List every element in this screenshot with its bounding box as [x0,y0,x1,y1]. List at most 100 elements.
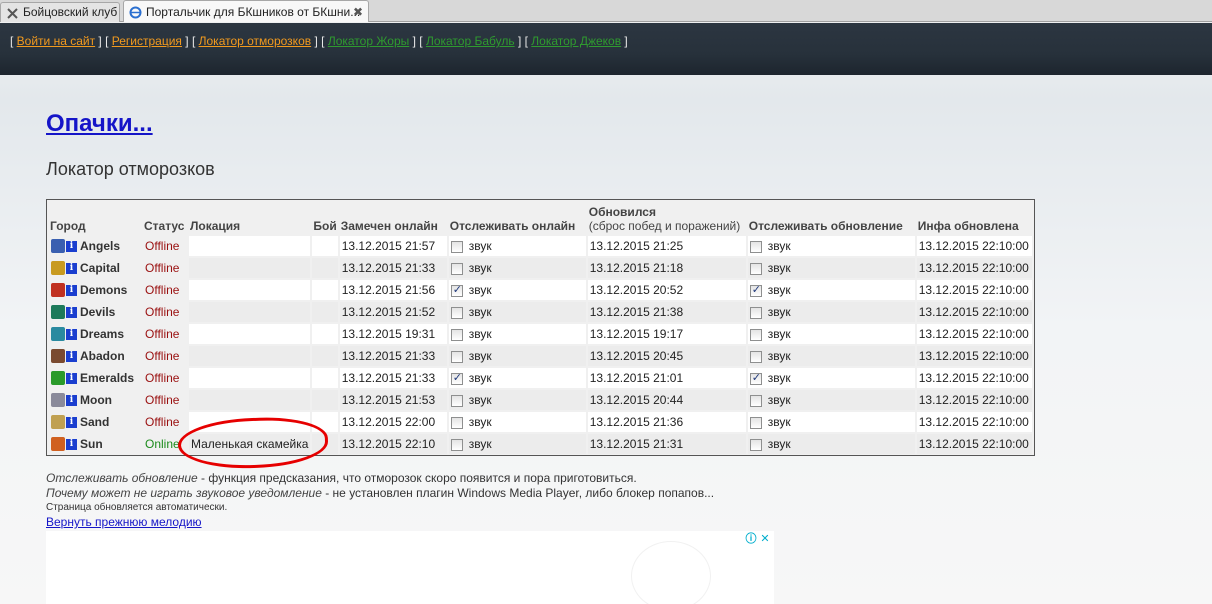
tab-fight-club[interactable]: Бойцовский клуб [0,2,120,22]
track-update-checkbox[interactable] [749,371,762,385]
track-update-checkbox[interactable] [749,262,762,275]
track-online-cell: звук [448,390,586,410]
info-icon[interactable]: i [66,416,77,428]
header-city: Город [50,219,86,233]
seen-cell: 13.12.2015 21:33 [339,258,447,278]
city-name[interactable]: Moon [80,393,112,407]
track-update-cell: звук [747,280,915,300]
restore-melody-link[interactable]: Вернуть прежнюю мелодию [46,515,202,529]
info-icon[interactable]: ⓘ [744,532,758,546]
city-name[interactable]: Sun [80,437,103,451]
track-update-checkbox[interactable] [749,416,762,429]
track-update-checkbox[interactable] [749,394,762,407]
header-fight: Бой [313,219,337,233]
ie-icon [129,6,142,19]
table-header-row: Город Статус Локация Бой Замечен онлайн … [49,202,1032,234]
info-icon[interactable]: i [66,328,77,340]
nav-link[interactable]: Локатор Джеков [531,34,621,48]
status-text: Offline [145,239,180,253]
info-icon[interactable]: i [66,262,77,274]
city-cell: i Sand [49,412,141,432]
track-online-checkbox[interactable] [450,306,463,319]
info-icon[interactable]: i [66,284,77,296]
tab-portal[interactable]: Портальчик для БКшников от БКшни... ✖ [123,0,369,22]
city-cell: i Moon [49,390,141,410]
nav-bracket: [ [191,34,199,48]
nav-links: [ Войти на сайт ] [ Регистрация ] [ Лока… [10,34,628,48]
note-em: Почему может не играть звуковое уведомле… [46,486,322,500]
close-x-icon[interactable] [6,7,19,20]
header-updated-sub: (сброс побед и поражений) [588,219,741,233]
nav-link[interactable]: Локатор Жоры [328,34,409,48]
tab-close-icon[interactable]: ✖ [353,1,363,22]
header-updated: Обновился (сброс побед и поражений) [588,202,746,234]
city-name[interactable]: Devils [80,305,115,319]
seen-cell: 13.12.2015 21:33 [339,368,447,388]
header-track-online: Отслеживать онлайн [449,219,576,233]
track-update-checkbox[interactable] [749,306,762,319]
status-cell: Offline [143,368,187,388]
seen-cell: 13.12.2015 19:31 [339,324,447,344]
page-title[interactable]: Опачки... [46,110,153,138]
info-icon[interactable]: i [66,350,77,362]
updated-cell: 13.12.2015 21:01 [587,368,746,388]
city-cell: i Capital [49,258,141,278]
fight-cell [312,236,338,256]
nav-link[interactable]: Локатор Бабуль [426,34,515,48]
nav-bracket: ] [409,34,420,48]
ad-banner[interactable]: ⓘ ✕ [46,531,774,604]
track-online-checkbox[interactable] [450,328,463,341]
info-icon[interactable]: i [66,306,77,318]
city-name[interactable]: Demons [80,283,127,297]
browser-tab-bar: Бойцовский клуб Портальчик для БКшников … [0,0,1212,22]
track-update-cell: звук [747,390,915,410]
city-cell: i Demons [49,280,141,300]
city-name[interactable]: Dreams [80,327,124,341]
track-update-checkbox[interactable] [749,438,762,451]
city-name[interactable]: Emeralds [80,371,134,385]
track-online-checkbox[interactable] [450,438,463,451]
track-online-checkbox[interactable] [450,240,463,253]
track-online-checkbox[interactable] [450,416,463,429]
info-icon[interactable]: i [66,372,77,384]
city-name[interactable]: Capital [80,261,120,275]
track-online-checkbox[interactable] [450,262,463,275]
nav-link[interactable]: Локатор отморозков [199,34,312,48]
info-updated-cell: 13.12.2015 22:10:00 [916,390,1032,410]
table-row: iEmeralds Offline 13.12.2015 21:33 звук 13.1… [49,368,1032,388]
track-update-checkbox[interactable] [749,328,762,341]
city-name[interactable]: Angels [80,239,120,253]
info-icon[interactable]: i [66,240,77,252]
track-update-checkbox[interactable] [749,350,762,363]
table-row: iDemons Offline 13.12.2015 21:56 звук 13.12.… [49,280,1032,300]
table-row: i Capital Offline 13.12.2015 21:33 звук 13.12… [49,258,1032,278]
fight-cell [312,324,338,344]
info-icon[interactable]: i [66,438,77,450]
note-text: - не установлен плагин Windows Media Pla… [321,486,715,500]
track-update-checkbox[interactable] [749,283,762,297]
close-icon[interactable]: ✕ [758,532,772,546]
nav-link[interactable]: Войти на сайт [17,34,95,48]
city-cell: i Emeralds [49,368,141,388]
track-update-checkbox[interactable] [749,240,762,253]
table-row: i Devils Offline 13.12.2015 21:52 звук 13.12.… [49,302,1032,322]
updated-cell: 13.12.2015 21:25 [587,236,746,256]
track-online-cell: звук [448,280,586,300]
info-icon[interactable]: i [66,394,77,406]
city-cell: i Devils [49,302,141,322]
sound-label: звук [468,349,492,363]
city-emblem-icon [51,349,65,364]
nav-link[interactable]: Регистрация [112,34,182,48]
city-name[interactable]: Sand [80,415,109,429]
city-name[interactable]: Abadon [80,349,125,363]
track-online-checkbox[interactable] [450,394,463,407]
track-online-checkbox[interactable] [450,283,463,297]
sound-label: звук [468,261,492,275]
nav-bracket: ] [181,34,192,48]
sound-label: звук [468,437,492,451]
fight-cell [312,280,338,300]
sound-label: звук [468,239,492,253]
track-online-checkbox[interactable] [450,350,463,363]
track-online-checkbox[interactable] [450,371,463,385]
updated-cell: 13.12.2015 20:45 [587,346,746,366]
